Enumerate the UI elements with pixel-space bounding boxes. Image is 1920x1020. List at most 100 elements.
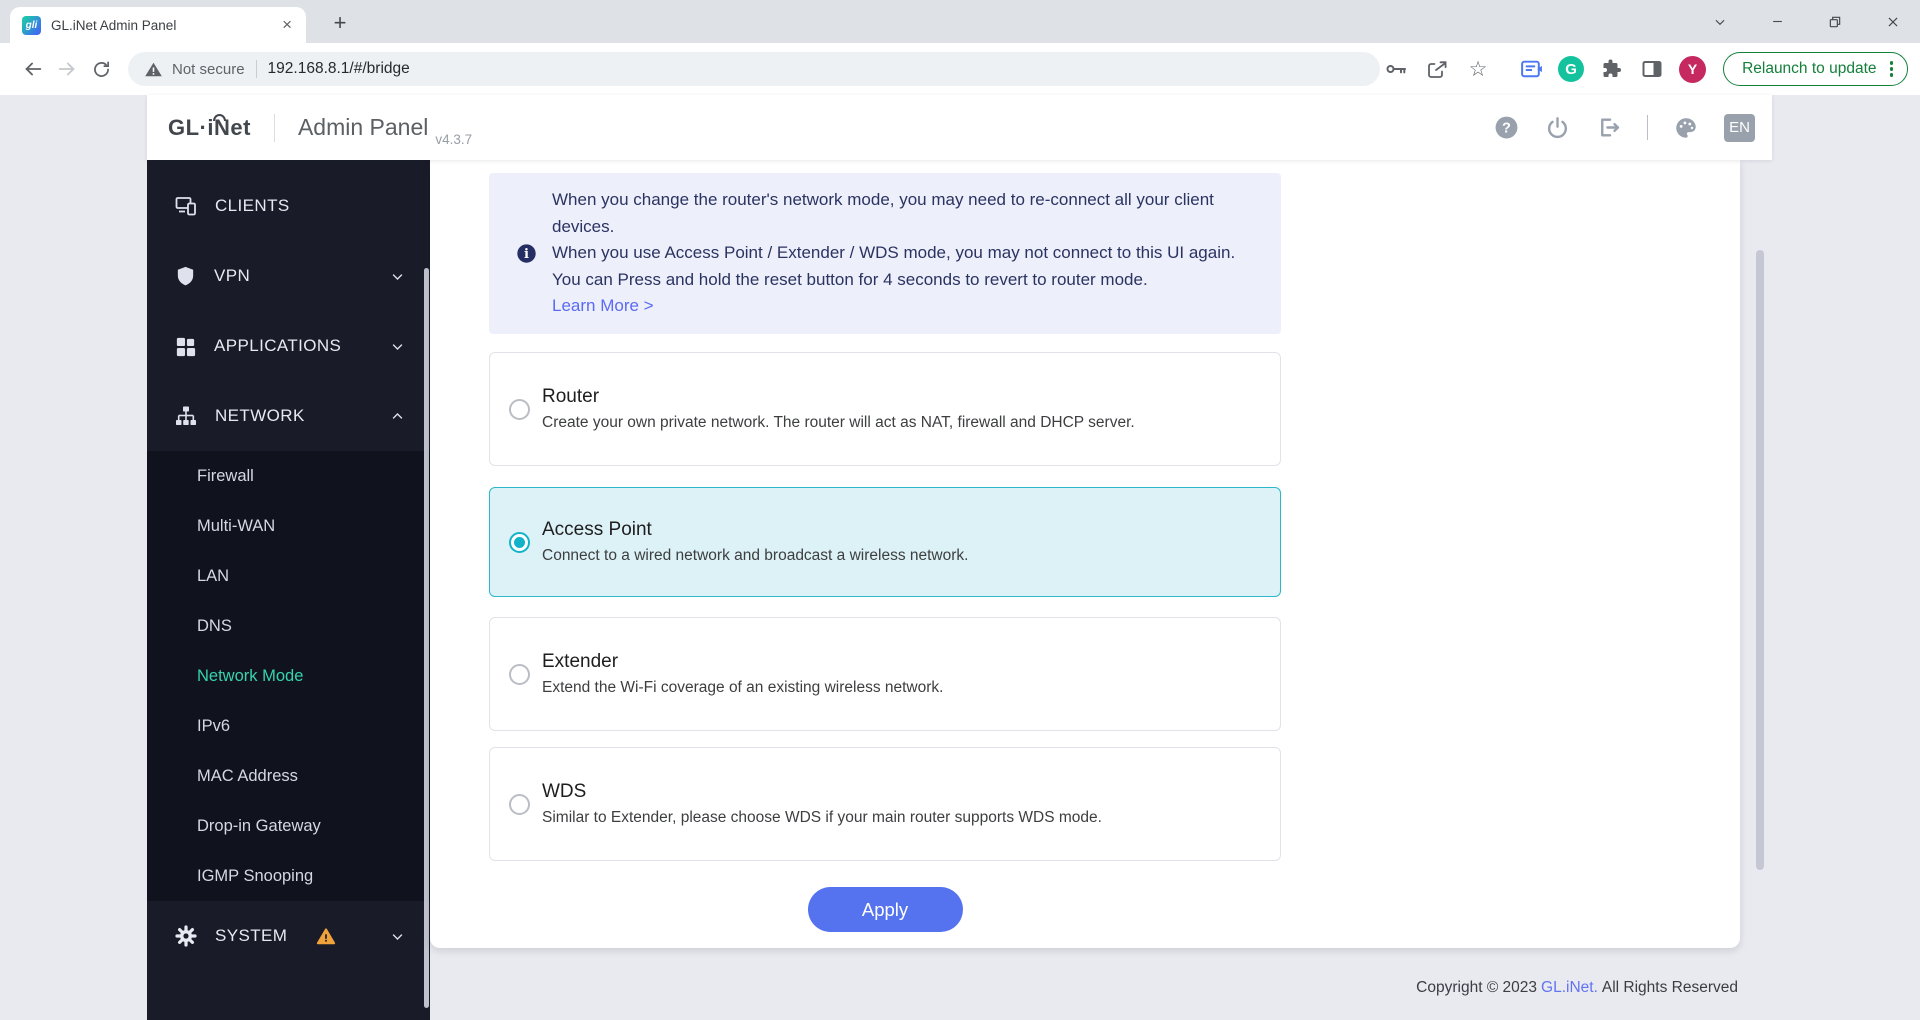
chevron-down-icon	[390, 269, 405, 284]
notice-paragraph-2: When you use Access Point / Extender / W…	[552, 240, 1259, 293]
sidebar-item-clients[interactable]: CLIENTS	[147, 171, 430, 241]
chevron-down-icon	[390, 929, 405, 944]
new-tab-button[interactable]: +	[326, 9, 354, 37]
sidebar-item-system[interactable]: SYSTEM	[147, 901, 430, 971]
not-secure-warning-icon	[144, 60, 163, 79]
sidebar-subitem-ipv6[interactable]: IPv6	[147, 701, 430, 751]
firmware-version: v4.3.7	[435, 132, 472, 147]
app-body: CLIENTS VPN APPLICATIONS NETWORK Firewal…	[147, 160, 1772, 1020]
subitem-label: Multi-WAN	[197, 517, 275, 536]
mode-title: Extender	[542, 651, 943, 673]
sidebar-subitem-firewall[interactable]: Firewall	[147, 451, 430, 501]
help-icon[interactable]: ?	[1494, 115, 1520, 141]
mode-title: WDS	[542, 781, 1102, 803]
network-mode-notice: i When you change the router's network m…	[489, 173, 1281, 334]
sidebar-item-network[interactable]: NETWORK	[147, 381, 430, 451]
router-radio[interactable]	[509, 399, 530, 420]
side-panel-icon[interactable]	[1638, 55, 1666, 83]
sidebar-subitem-dns[interactable]: DNS	[147, 601, 430, 651]
browser-tab-strip: gli GL.iNet Admin Panel × +	[0, 0, 1920, 43]
sidebar-subitem-multi-wan[interactable]: Multi-WAN	[147, 501, 430, 551]
subitem-label: DNS	[197, 617, 232, 636]
window-restore-button[interactable]	[1815, 0, 1855, 43]
svg-text:i: i	[524, 247, 529, 262]
subitem-label: IPv6	[197, 717, 230, 736]
apply-button[interactable]: Apply	[808, 887, 963, 932]
sidebar-subitem-network-mode[interactable]: Network Mode	[147, 651, 430, 701]
back-icon[interactable]	[16, 52, 50, 86]
admin-header: GL·iNet Admin Panel v4.3.7 ? EN	[147, 95, 1772, 160]
mode-card-router[interactable]: Router Create your own private network. …	[489, 352, 1281, 466]
applications-grid-icon	[174, 335, 197, 358]
copyright-text: All Rights Reserved	[1602, 979, 1738, 996]
sidebar-subitem-mac-address[interactable]: MAC Address	[147, 751, 430, 801]
password-key-icon[interactable]	[1382, 55, 1410, 83]
mode-title: Access Point	[542, 519, 968, 541]
sidebar-subitem-igmp-snooping[interactable]: IGMP Snooping	[147, 851, 430, 901]
wds-radio[interactable]	[509, 794, 530, 815]
page-scrollbar[interactable]	[1756, 250, 1764, 870]
logo-text: GL·iNet	[168, 115, 251, 140]
notes-extension-icon[interactable]	[1517, 55, 1545, 83]
header-divider	[274, 114, 275, 142]
relaunch-to-update-button[interactable]: Relaunch to update	[1723, 52, 1908, 86]
grammarly-extension-icon[interactable]: G	[1558, 56, 1584, 82]
extender-radio[interactable]	[509, 664, 530, 685]
browser-menu-dots-icon	[1890, 61, 1894, 77]
browser-tab[interactable]: gli GL.iNet Admin Panel ×	[10, 7, 306, 43]
sidebar-item-label: NETWORK	[215, 406, 305, 426]
subitem-label: Network Mode	[197, 667, 303, 686]
mode-card-access-point[interactable]: Access Point Connect to a wired network …	[489, 487, 1281, 597]
subitem-label: Drop-in Gateway	[197, 817, 321, 836]
learn-more-link[interactable]: Learn More >	[552, 293, 654, 320]
subitem-label: IGMP Snooping	[197, 867, 313, 886]
sidebar-item-applications[interactable]: APPLICATIONS	[147, 311, 430, 381]
header-icons-divider	[1647, 115, 1649, 140]
sidebar-subitem-lan[interactable]: LAN	[147, 551, 430, 601]
sidebar-item-vpn[interactable]: VPN	[147, 241, 430, 311]
footer-brand-link[interactable]: GL.iNet.	[1541, 979, 1598, 996]
mode-card-wds[interactable]: WDS Similar to Extender, please choose W…	[489, 747, 1281, 861]
refresh-icon[interactable]	[84, 52, 118, 86]
relaunch-label: Relaunch to update	[1742, 60, 1876, 78]
forward-icon[interactable]	[50, 52, 84, 86]
notice-paragraph-1: When you change the router's network mod…	[552, 187, 1259, 240]
sidebar-item-label: SYSTEM	[215, 926, 287, 946]
page-title: Admin Panel	[298, 114, 428, 141]
tab-close-icon[interactable]: ×	[278, 15, 296, 35]
theme-palette-icon[interactable]	[1673, 115, 1699, 141]
subitem-label: Firewall	[197, 467, 254, 486]
logout-icon[interactable]	[1596, 115, 1622, 141]
tab-search-chevron-icon[interactable]	[1700, 0, 1740, 43]
content-panel: i When you change the router's network m…	[430, 160, 1740, 948]
share-icon[interactable]	[1423, 55, 1451, 83]
mode-card-extender[interactable]: Extender Extend the Wi-Fi coverage of an…	[489, 617, 1281, 731]
sidebar-subitem-drop-in-gateway[interactable]: Drop-in Gateway	[147, 801, 430, 851]
clients-devices-icon	[174, 194, 198, 218]
sidebar-scrollbar[interactable]	[424, 268, 429, 1008]
window-close-button[interactable]	[1873, 0, 1913, 43]
glinet-logo: GL·iNet	[168, 115, 251, 141]
subitem-label: MAC Address	[197, 767, 298, 786]
site-favicon: gli	[22, 16, 41, 35]
main-area: i When you change the router's network m…	[430, 160, 1772, 1020]
sidebar-item-label: APPLICATIONS	[214, 336, 341, 356]
extensions-puzzle-icon[interactable]	[1597, 55, 1625, 83]
mode-description: Connect to a wired network and broadcast…	[542, 547, 968, 565]
footer: Copyright © 2023GL.iNet.All Rights Reser…	[430, 979, 1738, 997]
bookmark-star-icon[interactable]: ☆	[1464, 55, 1492, 83]
info-icon: i	[516, 243, 537, 264]
system-warning-icon	[316, 927, 336, 946]
address-bar[interactable]: Not secure 192.168.8.1/#/bridge	[128, 52, 1380, 86]
tab-title: GL.iNet Admin Panel	[51, 18, 268, 33]
profile-avatar[interactable]: Y	[1679, 56, 1706, 83]
system-gear-icon	[174, 924, 198, 948]
not-secure-label: Not secure	[172, 61, 245, 78]
window-minimize-button[interactable]	[1757, 0, 1797, 43]
language-selector[interactable]: EN	[1724, 114, 1755, 142]
reboot-power-icon[interactable]	[1545, 115, 1571, 141]
sidebar-item-label: VPN	[214, 266, 250, 286]
access-point-radio[interactable]	[509, 532, 530, 553]
network-submenu: Firewall Multi-WAN LAN DNS Network Mode …	[147, 451, 430, 901]
mode-description: Create your own private network. The rou…	[542, 414, 1135, 432]
